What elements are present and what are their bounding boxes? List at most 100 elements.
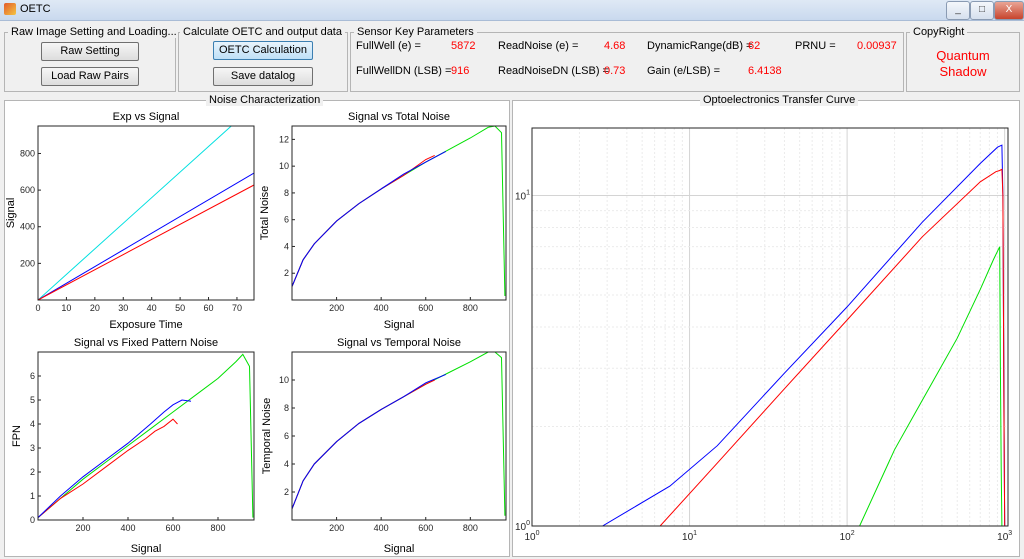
gain-value: 6.4138 (748, 65, 782, 77)
fullwelldn-label: FullWellDN (LSB) = (356, 65, 452, 77)
chart-title: Signal vs Temporal Noise (337, 337, 461, 349)
x-tick-label: 800 (463, 523, 478, 533)
sensor-params-panel-title: Sensor Key Parameters (354, 26, 477, 38)
x-tick-label: 200 (75, 523, 90, 533)
exp-vs-signal-chart[interactable]: 0 10 20 30 40 50 60 70 200 400 600 800 Exp vs Signal… (4, 106, 260, 336)
copyright-line-1: Quantum (936, 48, 990, 63)
fullwell-label: FullWell (e) = (356, 40, 421, 52)
raw-setting-button[interactable]: Raw Setting (41, 42, 139, 61)
fullwelldn-value: 916 (451, 65, 470, 77)
plot-area (292, 126, 506, 300)
readnoisedn-value: 0.73 (604, 65, 626, 77)
x-tick-label: 400 (374, 523, 389, 533)
close-button[interactable]: X (994, 1, 1024, 20)
y-tick-label: 3 (30, 443, 35, 453)
y-tick-label: 800 (20, 148, 35, 158)
x-tick-label: 30 (118, 303, 128, 313)
x-tick-label: 101 (682, 530, 697, 543)
x-tick-label: 800 (463, 303, 478, 313)
title-bar: OETC _ □ X (0, 0, 1024, 21)
x-axis-label: Signal (384, 543, 415, 555)
x-tick-label: 800 (210, 523, 225, 533)
y-tick-label: 8 (284, 403, 289, 413)
y-tick-label: 2 (284, 268, 289, 278)
y-tick-label: 4 (284, 241, 289, 251)
signal-vs-temporal-noise-chart[interactable]: 200 400 600 800 2 4 6 8 10 Signal vs Temporal Noi… (258, 336, 510, 556)
readnoisedn-label: ReadNoiseDN (LSB) = (498, 65, 609, 77)
dynamic-range-value: 62 (748, 40, 761, 52)
x-tick-label: 40 (147, 303, 157, 313)
minimize-button[interactable]: _ (946, 1, 970, 20)
x-tick-label: 600 (418, 303, 433, 313)
chart-title: Signal vs Total Noise (348, 111, 450, 123)
x-tick-label: 400 (120, 523, 135, 533)
y-tick-label: 10 (279, 161, 289, 171)
raw-setting-panel-title: Raw Image Setting and Loading... (8, 26, 180, 38)
x-tick-label: 60 (204, 303, 214, 313)
copyright-line-2: Shadow (939, 64, 987, 79)
y-tick-label: 200 (20, 258, 35, 268)
oetc-calculation-button[interactable]: OETC Calculation (213, 41, 313, 60)
chart-title: Signal vs Fixed Pattern Noise (74, 337, 218, 349)
y-tick-label: 6 (284, 431, 289, 441)
fullwell-value: 5872 (451, 40, 476, 52)
plot-area (38, 126, 254, 300)
x-tick-label: 200 (329, 303, 344, 313)
matlab-app-icon (4, 3, 16, 15)
oetc-panel-title: Optoelectronics Transfer Curve (700, 94, 859, 106)
y-tick-label: 5 (30, 395, 35, 405)
signal-vs-fpn-chart[interactable]: 200 400 600 800 0 1 2 3 4 5 6 Signal vs Fixed Patte… (4, 336, 260, 556)
y-tick-label: 0 (30, 515, 35, 525)
plot-area (292, 352, 506, 520)
readnoise-label: ReadNoise (e) = (498, 40, 579, 52)
y-tick-label: 6 (284, 215, 289, 225)
y-tick-label: 4 (30, 419, 35, 429)
calculate-oetc-panel-title: Calculate OETC and output data (180, 26, 345, 38)
oetc-chart[interactable]: 100 101 102 103100101 (512, 106, 1020, 558)
x-axis-label: Signal (384, 319, 415, 331)
signal-vs-total-noise-chart[interactable]: 200 400 600 800 2 4 6 8 10 12 Signal vs Total Nois… (258, 106, 510, 336)
x-tick-label: 10 (61, 303, 71, 313)
copyright-panel-title: CopyRight (910, 26, 968, 38)
y-axis-label: Temporal Noise (261, 398, 273, 474)
y-axis-label: FPN (11, 425, 23, 447)
y-tick-label: 10 (279, 375, 289, 385)
y-tick-label: 2 (284, 487, 289, 497)
y-tick-label: 6 (30, 371, 35, 381)
plot-area (38, 352, 254, 520)
y-axis-label: Signal (5, 198, 17, 229)
y-tick-label: 12 (279, 134, 289, 144)
x-tick-label: 102 (840, 530, 855, 543)
gain-label: Gain (e/LSB) = (647, 65, 721, 77)
y-tick-label: 101 (515, 189, 530, 202)
load-raw-pairs-button[interactable]: Load Raw Pairs (41, 67, 139, 86)
noise-characterization-title: Noise Characterization (206, 94, 324, 106)
y-tick-label: 600 (20, 185, 35, 195)
x-tick-label: 20 (90, 303, 100, 313)
readnoise-value: 4.68 (604, 40, 626, 52)
chart-title: Exp vs Signal (113, 111, 180, 123)
x-tick-label: 103 (997, 530, 1012, 543)
y-tick-label: 400 (20, 222, 35, 232)
window-title: OETC (20, 3, 51, 15)
x-tick-label: 600 (165, 523, 180, 533)
x-tick-label: 50 (175, 303, 185, 313)
sensor-params-panel: Sensor Key Parameters FullWell (e) = 587… (350, 26, 904, 92)
x-tick-label: 70 (232, 303, 242, 313)
prnu-value: 0.00937 (857, 40, 897, 52)
x-tick-label: 100 (524, 530, 539, 543)
x-axis-label: Signal (131, 543, 162, 555)
x-tick-label: 0 (35, 303, 40, 313)
x-tick-label: 200 (329, 523, 344, 533)
x-axis-label: Exposure Time (109, 319, 182, 331)
x-tick-label: 400 (374, 303, 389, 313)
y-axis-label: Total Noise (259, 186, 271, 240)
x-tick-label: 600 (418, 523, 433, 533)
y-tick-label: 1 (30, 491, 35, 501)
copyright-panel: CopyRight Quantum Shadow (906, 26, 1020, 92)
maximize-button[interactable]: □ (970, 1, 994, 20)
prnu-label: PRNU = (795, 40, 836, 52)
save-datalog-button[interactable]: Save datalog (213, 67, 313, 86)
y-tick-label: 8 (284, 188, 289, 198)
raw-setting-panel: Raw Image Setting and Loading... Raw Set… (4, 26, 180, 92)
